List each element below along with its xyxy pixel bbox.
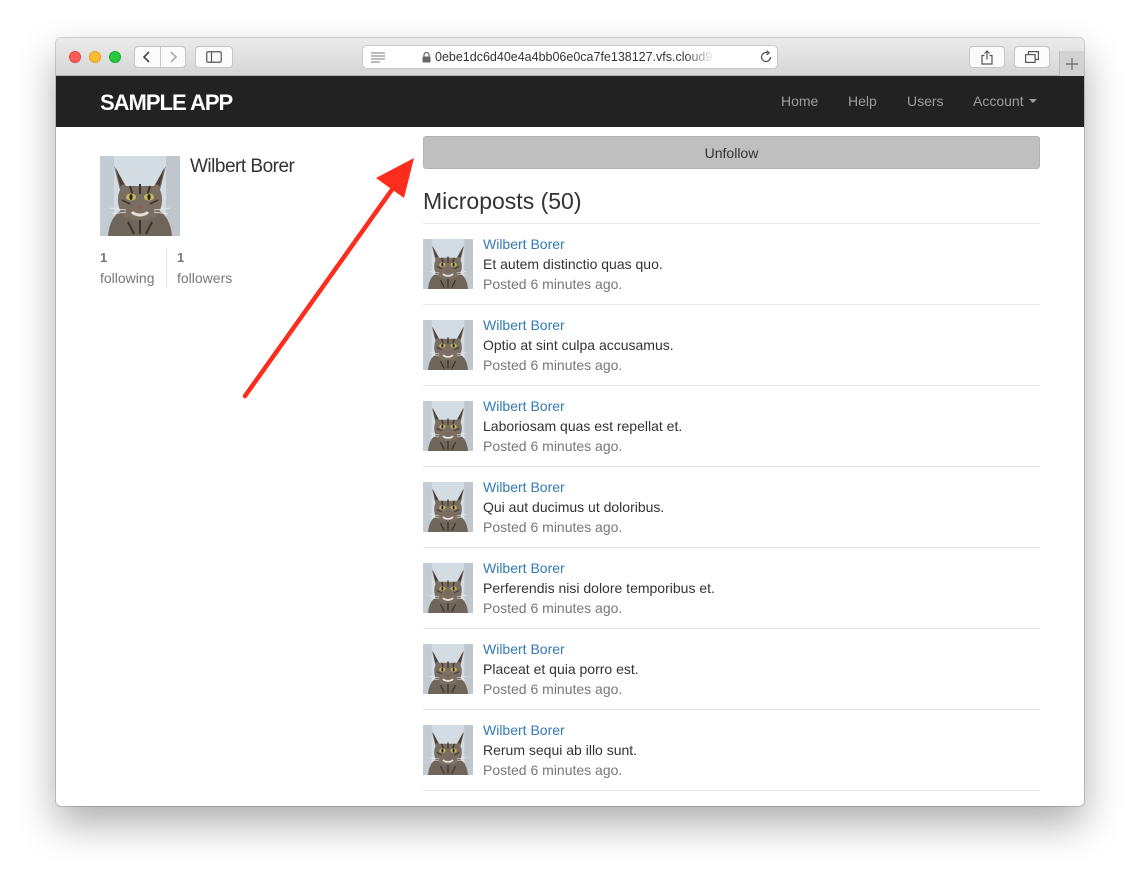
micropost-author-link[interactable]: Wilbert Borer bbox=[483, 641, 565, 657]
browser-toolbar: 0ebe1dc6d40e4a4bb06e0ca7fe138127.vfs.clo… bbox=[56, 38, 1084, 76]
reload-icon[interactable] bbox=[759, 50, 773, 64]
micropost-avatar[interactable] bbox=[423, 725, 473, 775]
close-window-button[interactable] bbox=[69, 51, 81, 63]
micropost-avatar[interactable] bbox=[423, 320, 473, 370]
micropost-content: Optio at sint culpa accusamus. bbox=[483, 337, 674, 353]
micropost-content: Rerum sequi ab illo sunt. bbox=[483, 742, 638, 758]
account-label: Account bbox=[973, 93, 1024, 109]
micropost-content: Placeat et quia porro est. bbox=[483, 661, 639, 677]
micropost-item: Wilbert Borer Laboriosam quas est repell… bbox=[423, 386, 1040, 467]
micropost-avatar[interactable] bbox=[423, 482, 473, 532]
browser-window: 0ebe1dc6d40e4a4bb06e0ca7fe138127.vfs.clo… bbox=[56, 38, 1084, 806]
followers-stat[interactable]: 1 followers bbox=[177, 248, 232, 288]
url-text: 0ebe1dc6d40e4a4bb06e0ca7fe138127.vfs.clo… bbox=[435, 50, 715, 64]
page-menu-icon[interactable] bbox=[371, 52, 385, 63]
micropost-content: Laboriosam quas est repellat et. bbox=[483, 418, 683, 434]
micropost-timestamp: Posted 6 minutes ago. bbox=[483, 762, 623, 778]
micropost-avatar[interactable] bbox=[423, 644, 473, 694]
micropost-timestamp: Posted 6 minutes ago. bbox=[483, 276, 623, 292]
micropost-author-link[interactable]: Wilbert Borer bbox=[483, 317, 565, 333]
app-logo[interactable]: SAMPLE APP bbox=[100, 90, 233, 116]
micropost-author-link[interactable]: Wilbert Borer bbox=[483, 236, 565, 252]
micropost-item: Wilbert Borer Placeat et quia porro est.… bbox=[423, 629, 1040, 710]
micropost-item: Wilbert Borer Rerum sequi ab illo sunt. … bbox=[423, 710, 1040, 791]
micropost-item: Wilbert Borer Optio at sint culpa accusa… bbox=[423, 305, 1040, 386]
micropost-avatar[interactable] bbox=[423, 239, 473, 289]
top-navbar: SAMPLE APP Home Help Users Account bbox=[56, 76, 1084, 127]
tabs-icon[interactable] bbox=[1014, 46, 1050, 68]
user-avatar bbox=[100, 156, 180, 236]
micropost-item: Wilbert Borer Perferendis nisi dolore te… bbox=[423, 548, 1040, 629]
back-icon[interactable] bbox=[135, 47, 160, 67]
lock-icon bbox=[422, 52, 431, 63]
minimize-window-button[interactable] bbox=[89, 51, 101, 63]
following-label: following bbox=[100, 270, 155, 286]
user-name: Wilbert Borer bbox=[190, 156, 295, 177]
nav-link-help[interactable]: Help bbox=[848, 93, 877, 109]
micropost-content: Et autem distinctio quas quo. bbox=[483, 256, 663, 272]
micropost-item: Wilbert Borer Qui aut ducimus ut dolorib… bbox=[423, 467, 1040, 548]
sidebar-icon[interactable] bbox=[195, 46, 233, 68]
micropost-timestamp: Posted 6 minutes ago. bbox=[483, 357, 623, 373]
followers-count: 1 bbox=[177, 250, 185, 265]
stats-divider bbox=[166, 248, 167, 288]
history-nav bbox=[134, 46, 186, 68]
micropost-timestamp: Posted 6 minutes ago. bbox=[483, 438, 623, 454]
micropost-avatar[interactable] bbox=[423, 563, 473, 613]
share-icon[interactable] bbox=[969, 46, 1005, 68]
micropost-author-link[interactable]: Wilbert Borer bbox=[483, 479, 565, 495]
nav-link-users[interactable]: Users bbox=[907, 93, 944, 109]
followers-label: followers bbox=[177, 270, 233, 286]
zoom-window-button[interactable] bbox=[109, 51, 121, 63]
account-dropdown[interactable]: Account bbox=[973, 93, 1037, 109]
microposts-heading: Microposts (50) bbox=[423, 188, 582, 214]
micropost-author-link[interactable]: Wilbert Borer bbox=[483, 722, 565, 738]
new-tab-icon[interactable] bbox=[1059, 51, 1084, 76]
micropost-timestamp: Posted 6 minutes ago. bbox=[483, 681, 623, 697]
micropost-timestamp: Posted 6 minutes ago. bbox=[483, 600, 623, 616]
micropost-avatar[interactable] bbox=[423, 401, 473, 451]
micropost-author-link[interactable]: Wilbert Borer bbox=[483, 398, 565, 414]
micropost-item: Wilbert Borer Et autem distinctio quas q… bbox=[423, 224, 1040, 305]
address-bar[interactable]: 0ebe1dc6d40e4a4bb06e0ca7fe138127.vfs.clo… bbox=[362, 45, 778, 69]
forward-icon[interactable] bbox=[159, 47, 185, 67]
unfollow-button[interactable]: Unfollow bbox=[423, 136, 1040, 169]
micropost-timestamp: Posted 6 minutes ago. bbox=[483, 519, 623, 535]
caret-down-icon bbox=[1028, 99, 1037, 104]
micropost-author-link[interactable]: Wilbert Borer bbox=[483, 560, 565, 576]
micropost-content: Qui aut ducimus ut doloribus. bbox=[483, 499, 665, 515]
following-stat[interactable]: 1 following bbox=[100, 248, 154, 288]
micropost-content: Perferendis nisi dolore temporibus et. bbox=[483, 580, 715, 596]
following-count: 1 bbox=[100, 250, 108, 265]
nav-link-home[interactable]: Home bbox=[781, 93, 818, 109]
